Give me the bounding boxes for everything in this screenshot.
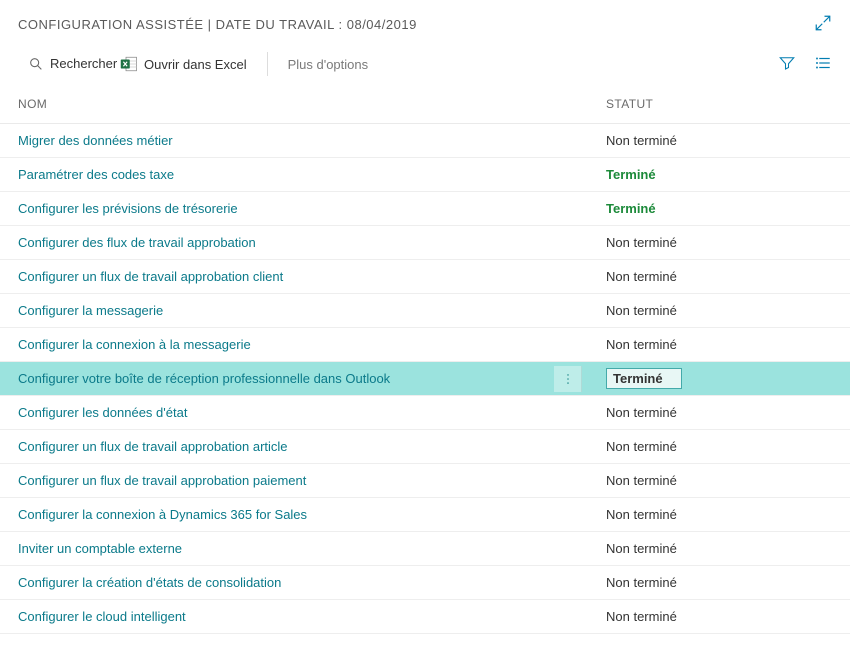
column-header-nom[interactable]: Nom [18, 97, 606, 111]
row-status: Non terminé [606, 337, 832, 352]
row-name-link[interactable]: Configurer la création d'états de consol… [18, 575, 606, 590]
row-name-link[interactable]: Migrer des données métier [18, 133, 606, 148]
row-actions-icon[interactable] [554, 366, 582, 392]
more-options-button[interactable]: Plus d'options [278, 53, 379, 76]
table-row[interactable]: Configurer la connexion à Dynamics 365 f… [0, 498, 850, 532]
row-name-link[interactable]: Configurer les données d'état [18, 405, 606, 420]
table-row[interactable]: Configurer votre boîte de réception prof… [0, 362, 850, 396]
page: CONFIGURATION ASSISTÉE | DATE DU TRAVAIL… [0, 0, 850, 634]
open-in-excel-label: Ouvrir dans Excel [144, 57, 247, 72]
open-in-excel-button[interactable]: Ouvrir dans Excel [110, 51, 257, 77]
row-status: Non terminé [606, 133, 832, 148]
table-row[interactable]: Configurer des flux de travail approbati… [0, 226, 850, 260]
row-status: Non terminé [606, 609, 832, 624]
row-status: Terminé [606, 368, 832, 389]
row-status: Non terminé [606, 405, 832, 420]
row-status: Non terminé [606, 439, 832, 454]
row-name-link[interactable]: Configurer la connexion à la messagerie [18, 337, 606, 352]
row-name-link[interactable]: Inviter un comptable externe [18, 541, 606, 556]
table-row[interactable]: Configurer le cloud intelligentNon termi… [0, 600, 850, 634]
table-row[interactable]: Configurer les données d'étatNon terminé [0, 396, 850, 430]
row-name-link[interactable]: Configurer un flux de travail approbatio… [18, 473, 606, 488]
row-status: Non terminé [606, 235, 832, 250]
table-row[interactable]: Configurer la création d'états de consol… [0, 566, 850, 600]
row-status: Non terminé [606, 473, 832, 488]
row-status: Terminé [606, 201, 832, 216]
table-row[interactable]: Configurer les prévisions de trésorerieT… [0, 192, 850, 226]
search-button[interactable]: Rechercher [18, 52, 110, 76]
row-name-link[interactable]: Configurer un flux de travail approbatio… [18, 269, 606, 284]
search-label: Rechercher [50, 57, 100, 71]
row-name-link[interactable]: Configurer la connexion à Dynamics 365 f… [18, 507, 606, 522]
row-name-link[interactable]: Configurer la messagerie [18, 303, 606, 318]
table-row[interactable]: Configurer un flux de travail approbatio… [0, 430, 850, 464]
row-status: Non terminé [606, 269, 832, 284]
row-status: Terminé [606, 167, 832, 182]
row-status: Non terminé [606, 303, 832, 318]
search-icon [28, 56, 44, 72]
table-row[interactable]: Configurer un flux de travail approbatio… [0, 464, 850, 498]
header: CONFIGURATION ASSISTÉE | DATE DU TRAVAIL… [0, 0, 850, 47]
table-row[interactable]: Configurer la messagerieNon terminé [0, 294, 850, 328]
toolbar-divider [267, 52, 268, 76]
row-name-link[interactable]: Configurer votre boîte de réception prof… [18, 371, 606, 386]
row-name-link[interactable]: Paramétrer des codes taxe [18, 167, 606, 182]
excel-icon [120, 55, 138, 73]
table-row[interactable]: Configurer la connexion à la messagerieN… [0, 328, 850, 362]
toolbar: Rechercher Ouvrir dans Excel Plus d'opti… [0, 47, 850, 87]
page-title: CONFIGURATION ASSISTÉE | DATE DU TRAVAIL… [18, 17, 417, 32]
table-row[interactable]: Configurer un flux de travail approbatio… [0, 260, 850, 294]
list-view-icon[interactable] [814, 54, 832, 75]
toolbar-right [778, 54, 832, 75]
row-name-link[interactable]: Configurer le cloud intelligent [18, 609, 606, 624]
expand-icon[interactable] [814, 14, 832, 35]
row-name-link[interactable]: Configurer les prévisions de trésorerie [18, 201, 606, 216]
column-header-statut[interactable]: Statut [606, 97, 832, 111]
config-table: Nom Statut Migrer des données métierNon … [0, 87, 850, 634]
table-body: Migrer des données métierNon terminéPara… [0, 124, 850, 634]
table-row[interactable]: Paramétrer des codes taxeTerminé [0, 158, 850, 192]
filter-icon[interactable] [778, 54, 796, 75]
table-row[interactable]: Inviter un comptable externeNon terminé [0, 532, 850, 566]
row-status: Non terminé [606, 575, 832, 590]
row-status: Non terminé [606, 541, 832, 556]
row-name-link[interactable]: Configurer un flux de travail approbatio… [18, 439, 606, 454]
table-header: Nom Statut [0, 87, 850, 124]
table-row[interactable]: Migrer des données métierNon terminé [0, 124, 850, 158]
row-name-link[interactable]: Configurer des flux de travail approbati… [18, 235, 606, 250]
row-status: Non terminé [606, 507, 832, 522]
status-badge[interactable]: Terminé [606, 368, 682, 389]
